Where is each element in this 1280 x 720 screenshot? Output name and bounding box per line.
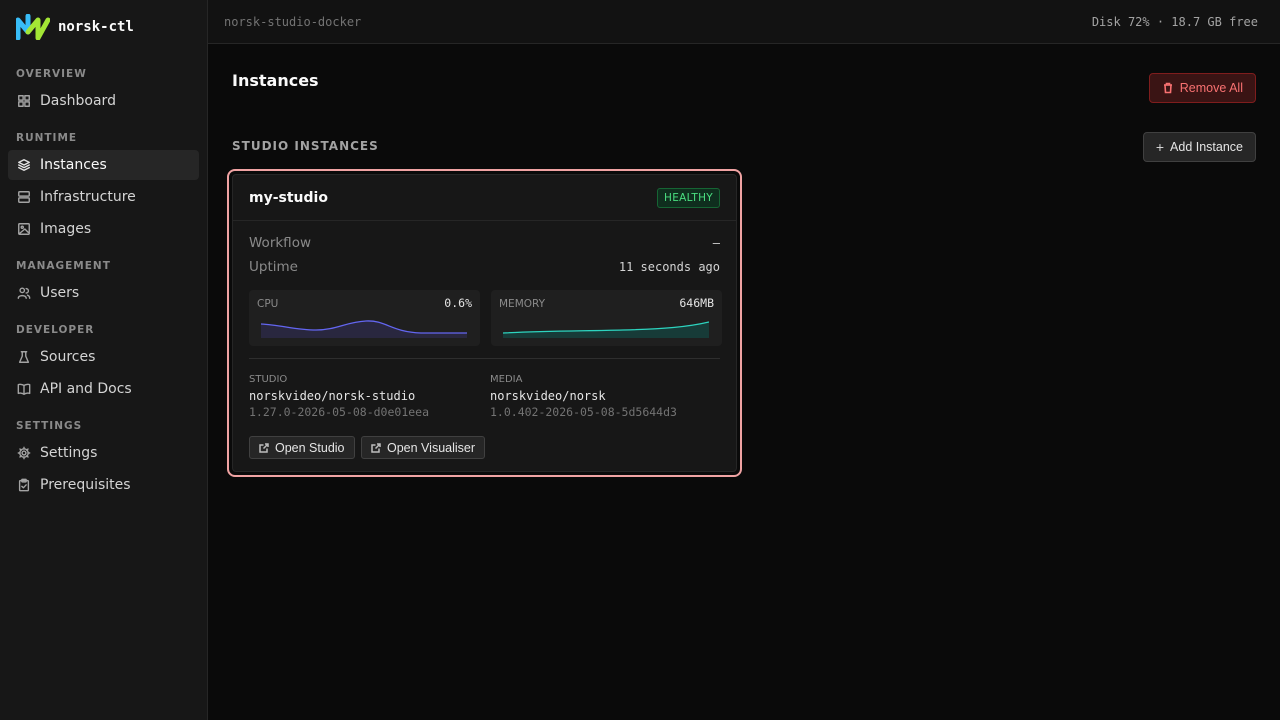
- open-studio-button[interactable]: Open Studio: [249, 436, 355, 459]
- open-studio-label: Open Studio: [275, 440, 345, 455]
- external-link-icon: [371, 442, 381, 453]
- uptime-value: 11 seconds ago: [618, 260, 720, 274]
- memory-metric: MEMORY 646MB: [491, 290, 722, 346]
- nav-section-overview: OVERVIEW: [16, 68, 87, 80]
- nav-section-settings: SETTINGS: [16, 420, 83, 432]
- memory-sparkline: [503, 321, 709, 338]
- sidebar-item-dashboard[interactable]: Dashboard: [8, 86, 199, 116]
- sidebar-item-instances[interactable]: Instances: [8, 150, 199, 180]
- media-image-version: 1.0.402-2026-05-08-5d5644d3: [490, 405, 677, 419]
- status-badge: HEALTHY: [657, 187, 720, 208]
- norsk-logo-icon: [16, 14, 50, 40]
- grid-icon: [16, 93, 32, 109]
- sidebar-item-label: Sources: [40, 349, 96, 365]
- instance-card[interactable]: my-studio HEALTHY Workflow – Uptime 11 s…: [232, 174, 737, 472]
- layers-icon: [16, 157, 32, 173]
- add-instance-label: Add Instance: [1170, 140, 1243, 154]
- instance-card-header: my-studio HEALTHY: [233, 175, 736, 221]
- server-icon: [16, 189, 32, 205]
- studio-image-version: 1.27.0-2026-05-08-d0e01eea: [249, 405, 430, 419]
- uptime-row: Uptime 11 seconds ago: [249, 259, 720, 275]
- open-visualiser-button[interactable]: Open Visualiser: [361, 436, 486, 459]
- media-caption: MEDIA: [490, 374, 523, 385]
- plus-icon: +: [1155, 139, 1165, 155]
- nav-section-management: MANAGEMENT: [16, 260, 111, 272]
- clipboard-check-icon: [16, 477, 32, 493]
- nav-section-developer: DEVELOPER: [16, 324, 95, 336]
- cpu-value: 0.6%: [444, 296, 472, 310]
- flask-icon: [16, 349, 32, 365]
- gear-icon: [16, 445, 32, 461]
- sidebar-item-label: Images: [40, 221, 92, 237]
- sidebar-item-label: Settings: [40, 445, 98, 461]
- context-name: norsk-studio-docker: [224, 14, 362, 29]
- nav-section-runtime: RUNTIME: [16, 132, 78, 144]
- topbar: norsk-studio-docker Disk 72% · 18.7 GB f…: [208, 0, 1280, 44]
- add-instance-button[interactable]: + Add Instance: [1142, 132, 1256, 162]
- sidebar-item-sources[interactable]: Sources: [8, 342, 199, 372]
- disk-usage: Disk 72% · 18.7 GB free: [1091, 14, 1258, 29]
- sidebar: norsk-ctl OVERVIEW Dashboard RUNTIME Ins…: [0, 0, 208, 720]
- workflow-row: Workflow –: [249, 235, 720, 251]
- instance-name: my-studio: [249, 189, 328, 206]
- sidebar-item-label: API and Docs: [40, 381, 132, 397]
- external-link-icon: [259, 442, 269, 453]
- page-title: Instances: [232, 71, 319, 90]
- studio-image-info: STUDIO norskvideo/norsk-studio 1.27.0-20…: [249, 374, 429, 419]
- sidebar-item-label: Infrastructure: [40, 189, 136, 205]
- memory-label: MEMORY: [499, 298, 546, 310]
- workflow-value: –: [712, 236, 720, 250]
- card-divider: [249, 358, 720, 359]
- sidebar-item-label: Instances: [40, 157, 107, 173]
- sidebar-item-label: Prerequisites: [40, 477, 131, 493]
- sidebar-item-prerequisites[interactable]: Prerequisites: [8, 470, 199, 500]
- users-icon: [16, 285, 32, 301]
- image-icon: [16, 221, 32, 237]
- open-visualiser-label: Open Visualiser: [387, 440, 476, 455]
- studio-image-name: norskvideo/norsk-studio: [249, 389, 416, 403]
- studio-caption: STUDIO: [249, 374, 288, 385]
- memory-value: 646MB: [679, 296, 714, 310]
- app-name: norsk-ctl: [58, 19, 134, 35]
- trash-icon: [1163, 82, 1172, 94]
- uptime-label: Uptime: [249, 259, 298, 275]
- section-label: STUDIO INSTANCES: [232, 139, 379, 153]
- workflow-label: Workflow: [249, 235, 311, 251]
- remove-all-label: Remove All: [1179, 81, 1243, 95]
- cpu-label: CPU: [257, 298, 279, 310]
- remove-all-button[interactable]: Remove All: [1148, 73, 1256, 103]
- sidebar-item-label: Dashboard: [40, 93, 116, 109]
- sidebar-item-api-docs[interactable]: API and Docs: [8, 374, 199, 404]
- media-image-name: norskvideo/norsk: [490, 389, 606, 403]
- brand[interactable]: norsk-ctl: [0, 0, 207, 54]
- media-image-info: MEDIA norskvideo/norsk 1.0.402-2026-05-0…: [490, 374, 677, 419]
- sidebar-item-infrastructure[interactable]: Infrastructure: [8, 182, 199, 212]
- book-icon: [16, 381, 32, 397]
- sidebar-item-settings[interactable]: Settings: [8, 438, 199, 468]
- cpu-sparkline: [261, 320, 467, 338]
- cpu-metric: CPU 0.6%: [249, 290, 480, 346]
- sidebar-item-label: Users: [40, 285, 80, 301]
- sidebar-item-users[interactable]: Users: [8, 278, 199, 308]
- sidebar-item-images[interactable]: Images: [8, 214, 199, 244]
- main-content: Instances Remove All STUDIO INSTANCES + …: [208, 44, 1280, 720]
